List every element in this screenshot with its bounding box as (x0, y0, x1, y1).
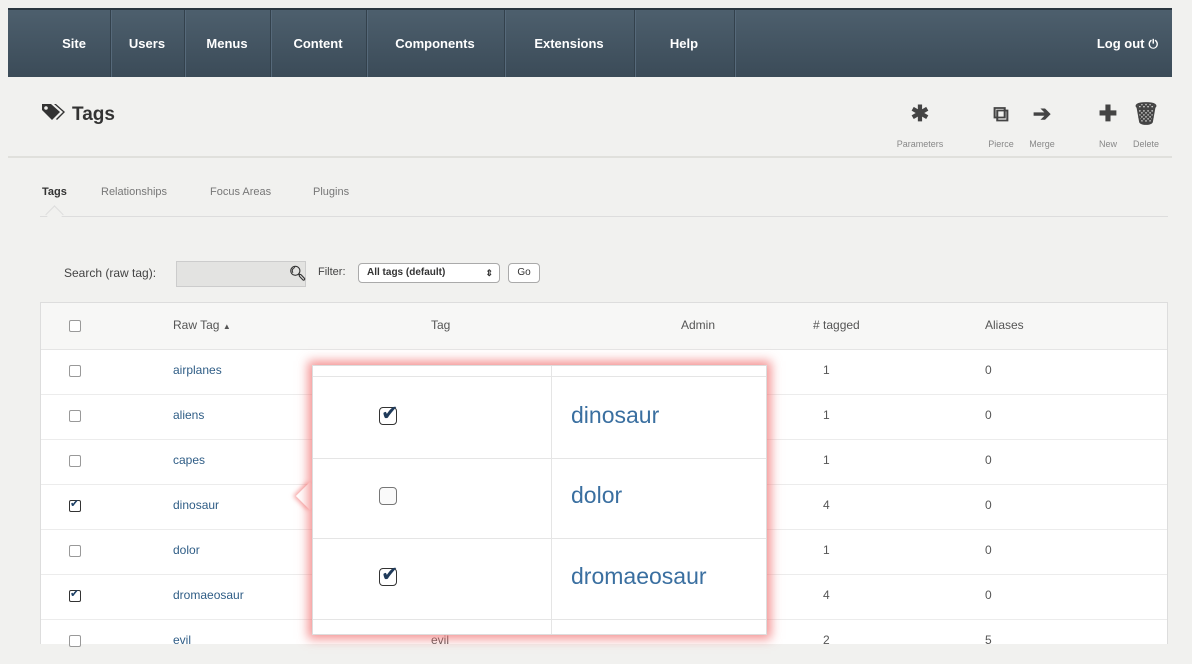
new-button[interactable]: ✚ New (1094, 101, 1122, 150)
tab-relationships[interactable]: Relationships (101, 186, 167, 198)
aliases-count: 0 (985, 498, 992, 512)
callout-row: dinosaur (313, 376, 766, 459)
raw-tag-link[interactable]: airplanes (173, 363, 222, 377)
parameters-button[interactable]: ✱ Parameters (888, 101, 952, 150)
nav-item-menus[interactable]: Menus (184, 10, 271, 77)
pierce-label: Pierce (988, 139, 1014, 149)
tab-tags[interactable]: Tags (42, 186, 67, 198)
tagged-count: 4 (823, 498, 830, 512)
tags-icon (40, 102, 66, 128)
tag-value: evil (431, 633, 450, 647)
callout-tag-link[interactable]: dolor (571, 482, 622, 509)
aliases-count: 0 (985, 543, 992, 557)
nav-item-extensions[interactable]: Extensions (504, 10, 635, 77)
tagged-count: 2 (823, 633, 830, 647)
select-all-checkbox[interactable] (69, 320, 81, 332)
row-checkbox[interactable] (69, 410, 81, 422)
callout-tag-link[interactable]: dromaeosaur (571, 563, 707, 590)
raw-tag-link[interactable]: aliens (173, 408, 204, 422)
merge-label: Merge (1029, 139, 1055, 149)
tagged-count: 1 (823, 408, 830, 422)
tab-focus-areas[interactable]: Focus Areas (210, 186, 271, 198)
top-navbar: Site Users Menus Content Components Exte… (8, 8, 1172, 77)
active-tab-indicator (45, 205, 64, 224)
callout-checkbox[interactable] (379, 487, 397, 505)
nav-item-site[interactable]: Site (38, 10, 111, 77)
search-label: Search (raw tag): (64, 266, 157, 280)
row-checkbox[interactable] (69, 365, 81, 377)
tab-plugins[interactable]: Plugins (313, 186, 349, 198)
callout-tag-link[interactable]: dinosaur (571, 402, 659, 429)
column-header-aliases[interactable]: Aliases (985, 318, 1024, 332)
arrow-right-icon: ➔ (1032, 101, 1052, 126)
page-title: Tags (40, 102, 115, 128)
sort-asc-icon: ▲ (222, 322, 231, 331)
go-button[interactable]: Go (508, 263, 540, 283)
callout-row: dromaeosaur (313, 538, 766, 620)
pierce-button[interactable]: ⧉ Pierce (986, 101, 1016, 150)
copy-icon: ⧉ (993, 101, 1009, 126)
tagged-count: 1 (823, 453, 830, 467)
raw-tag-link[interactable]: capes (173, 453, 205, 467)
row-checkbox[interactable] (69, 587, 81, 602)
nav-item-users[interactable]: Users (110, 10, 185, 77)
page-title-text: Tags (72, 104, 115, 125)
delete-button[interactable]: 🗑 Delete (1126, 101, 1166, 150)
row-checkbox[interactable] (69, 497, 81, 512)
callout-checkbox[interactable] (379, 401, 399, 426)
nav-item-help[interactable]: Help (634, 10, 735, 77)
raw-tag-link[interactable]: dinosaur (173, 498, 219, 512)
tagged-count: 1 (823, 543, 830, 557)
nav-item-content[interactable]: Content (270, 10, 367, 77)
filter-label: Filter: (318, 266, 346, 278)
raw-tag-link[interactable]: dromaeosaur (173, 588, 244, 602)
callout-row: dolor (313, 457, 766, 539)
power-icon: ⏻ (1148, 37, 1159, 51)
column-header-raw-tag[interactable]: Raw Tag ▲ (173, 318, 231, 332)
column-header-admin[interactable]: Admin (681, 318, 715, 332)
trash-icon: 🗑 (1132, 101, 1160, 126)
zoom-callout: dinosaur dolor dromaeosaur (312, 365, 767, 635)
filter-value: All tags (default) (367, 267, 446, 278)
raw-tag-link[interactable]: evil (173, 633, 191, 647)
logout-button[interactable]: Log out ⏻ (1097, 10, 1158, 77)
gear-icon: ✱ (910, 101, 930, 126)
row-checkbox[interactable] (69, 455, 81, 467)
column-header-tagged[interactable]: # tagged (813, 318, 860, 332)
logout-label: Log out (1096, 36, 1145, 51)
plus-icon: ✚ (1098, 101, 1118, 126)
aliases-count: 0 (985, 363, 992, 377)
row-checkbox[interactable] (69, 545, 81, 557)
tabs-divider (40, 216, 1168, 217)
delete-label: Delete (1132, 139, 1159, 149)
header-divider (8, 156, 1172, 158)
column-header-tag[interactable]: Tag (431, 318, 450, 332)
raw-tag-link[interactable]: dolor (173, 543, 200, 557)
filter-select[interactable]: All tags (default) ⇕ (358, 263, 500, 283)
tagged-count: 1 (823, 363, 830, 377)
callout-checkbox[interactable] (379, 562, 399, 587)
nav-item-components[interactable]: Components (366, 10, 505, 77)
aliases-count: 5 (985, 633, 992, 647)
search-icon[interactable]: 🔍︎ (289, 265, 307, 282)
aliases-count: 0 (985, 408, 992, 422)
search-input[interactable] (176, 261, 306, 287)
table-header: Raw Tag ▲ Tag Admin # tagged Aliases (41, 303, 1167, 350)
aliases-count: 0 (985, 588, 992, 602)
merge-button[interactable]: ➔ Merge (1022, 101, 1062, 150)
select-arrows-icon: ⇕ (485, 268, 493, 278)
row-checkbox[interactable] (69, 635, 81, 647)
tagged-count: 4 (823, 588, 830, 602)
aliases-count: 0 (985, 453, 992, 467)
parameters-label: Parameters (896, 139, 944, 149)
new-label: New (1098, 139, 1117, 149)
